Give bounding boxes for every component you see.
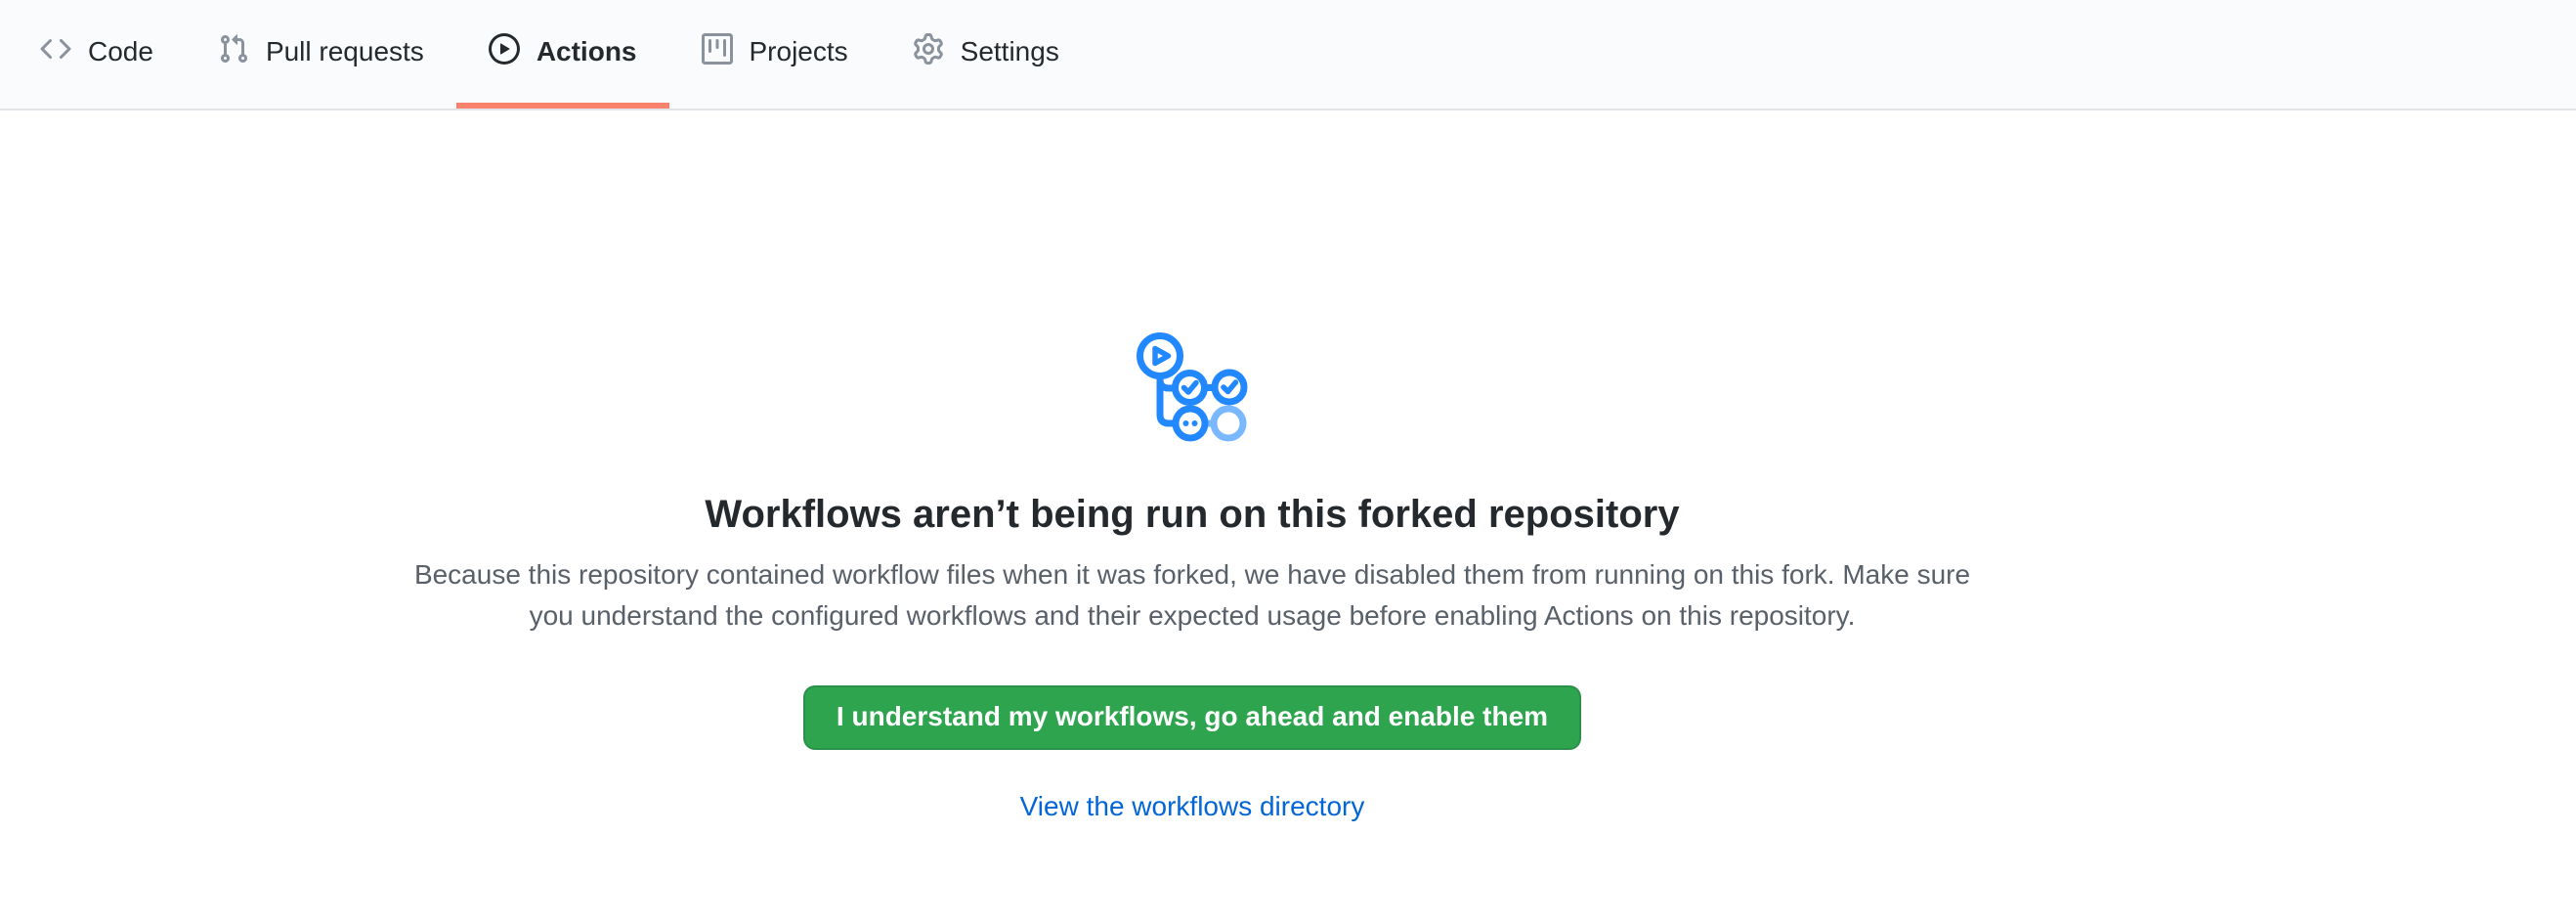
tab-pull-requests-label: Pull requests	[266, 38, 424, 66]
workflow-graph-icon	[1135, 330, 1250, 442]
git-pull-request-icon	[218, 33, 249, 69]
blankslate-title: Workflows aren’t being run on this forke…	[0, 491, 2384, 538]
code-icon	[40, 33, 71, 69]
tab-projects-label: Projects	[750, 38, 848, 66]
tab-settings-label: Settings	[961, 38, 1059, 66]
tab-code[interactable]: Code	[8, 0, 186, 109]
gear-icon	[913, 33, 944, 69]
project-board-icon	[702, 33, 733, 69]
tab-actions-label: Actions	[537, 38, 637, 66]
tab-code-label: Code	[88, 38, 153, 66]
view-workflows-directory-link[interactable]: View the workflows directory	[1020, 791, 1365, 822]
tab-actions[interactable]: Actions	[456, 0, 669, 109]
tab-projects[interactable]: Projects	[669, 0, 880, 109]
tab-settings[interactable]: Settings	[880, 0, 1092, 109]
play-circle-icon	[489, 33, 520, 69]
tab-pull-requests[interactable]: Pull requests	[186, 0, 456, 109]
actions-main-content: Workflows aren’t being run on this forke…	[0, 330, 2384, 822]
workflows-disabled-blankslate: Workflows aren’t being run on this forke…	[0, 330, 2384, 822]
blankslate-description: Because this repository contained workfl…	[391, 554, 1994, 637]
enable-workflows-button[interactable]: I understand my workflows, go ahead and …	[803, 685, 1581, 750]
repo-tab-nav: Code Pull requests Actions Projects Sett…	[0, 0, 2576, 110]
